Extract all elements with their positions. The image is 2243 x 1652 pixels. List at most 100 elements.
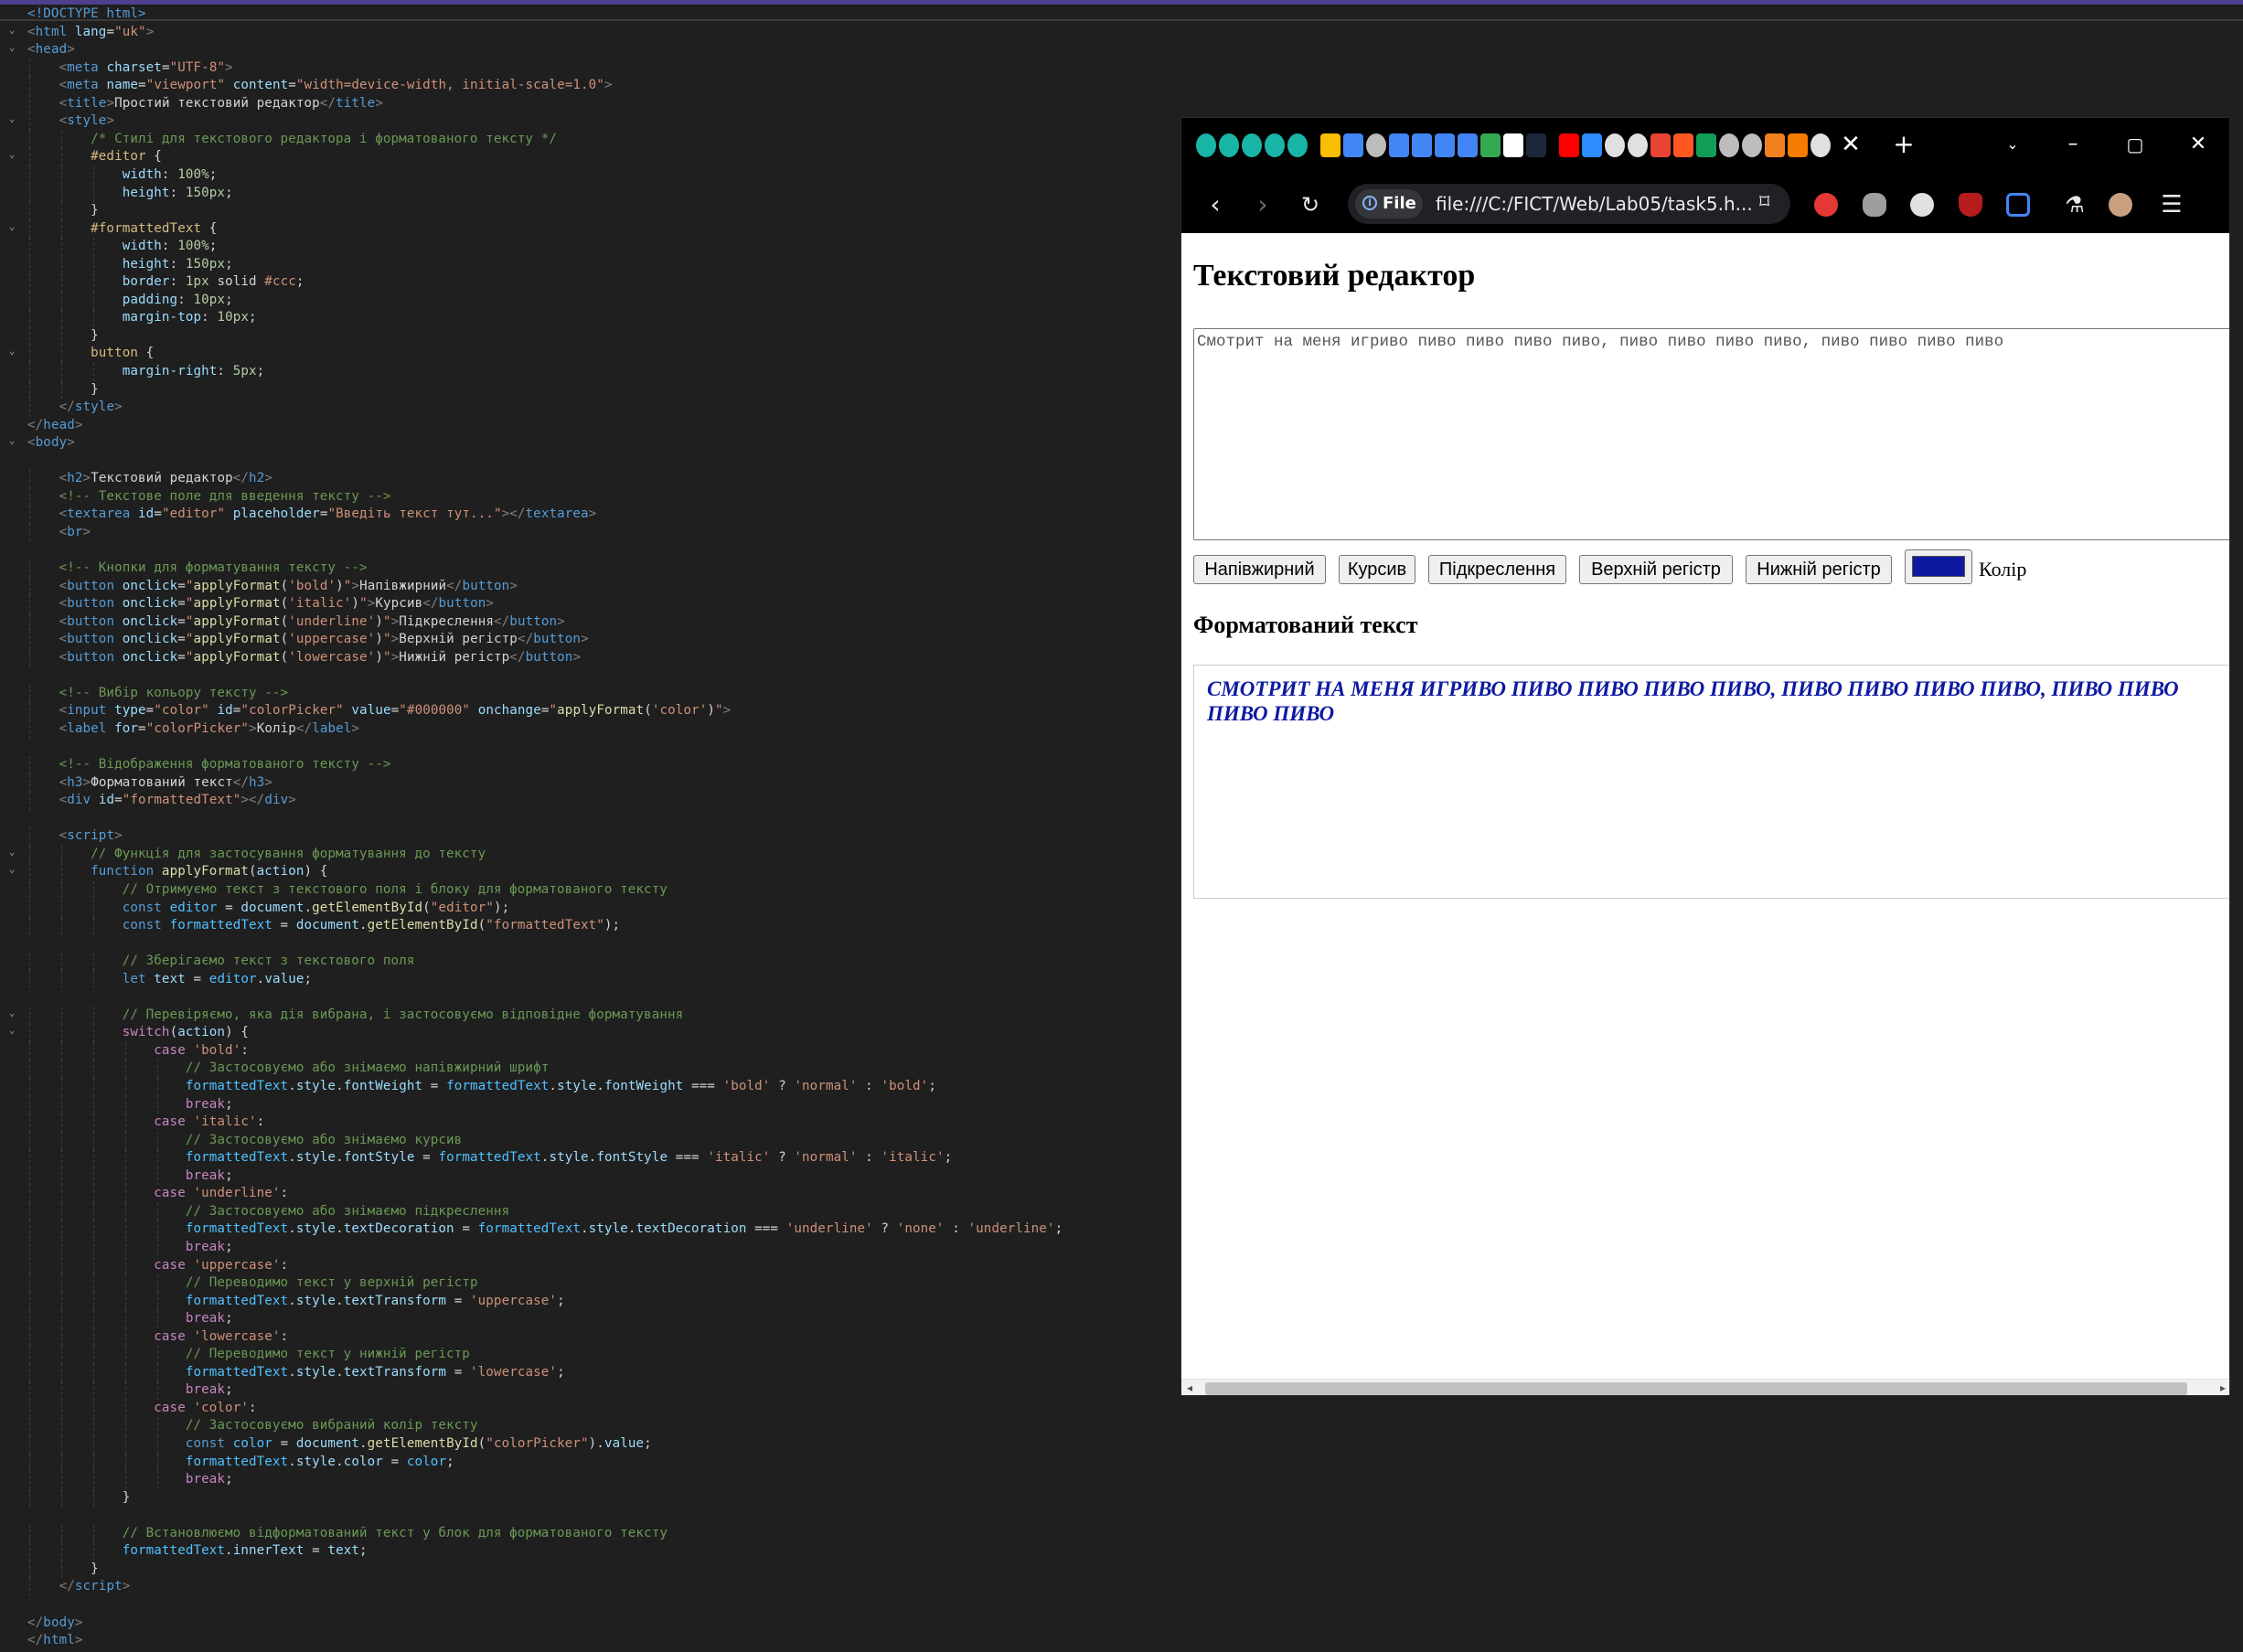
underline-button[interactable]: Підкреслення (1428, 555, 1566, 584)
chatgpt-ext-icon[interactable] (1910, 193, 1934, 217)
docs-icon[interactable] (1343, 133, 1363, 157)
code-line[interactable]: <!-- Кнопки для форматування тексту --> (27, 560, 368, 577)
cloud-icon[interactable] (1765, 133, 1785, 157)
tab-search-icon[interactable]: ⌄ (1994, 131, 2031, 158)
menu-icon[interactable]: ☰ (2156, 189, 2187, 220)
code-line[interactable]: break; (27, 1381, 233, 1399)
code-line[interactable]: border: 1px solid #ccc; (27, 273, 304, 291)
code-line[interactable]: } (27, 327, 99, 345)
code-line[interactable]: <body> (27, 434, 75, 452)
code-line[interactable]: <input type = "color" id = "colorPicker" val… (27, 702, 732, 719)
close-tab-icon[interactable]: ✕ (1832, 131, 1869, 158)
site-info-chip[interactable]: i File (1355, 189, 1423, 218)
code-line[interactable]: formattedText.style.fontWeight = formatt… (27, 1078, 936, 1095)
teal-round-icon[interactable] (1265, 133, 1285, 157)
code-line[interactable]: </style> (27, 399, 123, 416)
plus-icon[interactable] (1696, 133, 1716, 157)
fold-chevron-icon[interactable]: ⌄ (5, 148, 18, 165)
back-icon[interactable]: ‹ (1200, 189, 1231, 220)
code-line[interactable]: break; (27, 1167, 233, 1185)
code-line[interactable]: function applyFormat(action) { (27, 863, 327, 880)
code-line[interactable]: width: 100%; (27, 166, 218, 184)
google-drive-icon[interactable] (1320, 133, 1340, 157)
youtube-icon[interactable] (1559, 133, 1579, 157)
code-line[interactable]: formattedText.style.color = color; (27, 1454, 454, 1471)
scroll-right-icon[interactable]: ▸ (2220, 1381, 2226, 1394)
extensions-icon[interactable] (2006, 193, 2030, 217)
code-line[interactable]: <meta name="viewport" content="width=dev… (27, 77, 613, 94)
editor-textarea[interactable]: Смотрит на меня игриво пиво пиво пиво пи… (1193, 328, 2229, 540)
code-line[interactable]: // Функція для застосування форматування… (27, 846, 486, 863)
fold-chevron-icon[interactable]: ⌄ (5, 846, 18, 863)
code-line[interactable]: </body> (27, 1615, 83, 1632)
bookmark-icon[interactable]: ⌑ (1759, 191, 1769, 214)
code-line[interactable]: } (27, 1489, 131, 1507)
fold-chevron-icon[interactable]: ⌄ (5, 220, 18, 238)
maximize-icon[interactable]: ▢ (2117, 131, 2153, 158)
wikipedia-icon[interactable] (1503, 133, 1523, 157)
code-editor[interactable]: <!DOCTYPE html> <html lang="uk"> ⌄ <head> ⌄ … (0, 4, 1180, 1652)
code-line[interactable]: #formattedText { (27, 220, 217, 238)
code-line[interactable]: <meta charset="UTF-8"> (27, 59, 233, 77)
scrollbar-thumb[interactable] (1205, 1382, 2187, 1395)
code-line[interactable]: case 'underline': (27, 1185, 288, 1202)
code-line[interactable]: break; (27, 1239, 233, 1256)
fold-chevron-icon[interactable]: ⌄ (5, 41, 18, 59)
code-line[interactable]: break; (27, 1096, 233, 1114)
teal-round-icon[interactable] (1196, 133, 1216, 157)
h-icon[interactable] (1788, 133, 1808, 157)
code-line[interactable]: formattedText.style.textTransform = 'low… (27, 1364, 565, 1381)
code-line[interactable]: width: 100%; (27, 238, 218, 255)
docs-icon[interactable] (1458, 133, 1478, 157)
code-line[interactable]: const color = document.getElementById("c… (27, 1435, 652, 1453)
lowercase-button[interactable]: Нижній регістр (1746, 555, 1892, 584)
code-line[interactable]: <button onclick="applyFormat('underline'… (27, 613, 565, 631)
code-line[interactable]: // Застосовуємо або знімаємо підкресленн… (27, 1203, 509, 1220)
code-line[interactable]: height: 150px; (27, 185, 233, 202)
fold-chevron-icon[interactable]: ⌄ (5, 1024, 18, 1041)
code-line[interactable]: formattedText.style.textTransform = 'upp… (27, 1293, 565, 1310)
code-line[interactable]: // Застосовуємо або знімаємо напівжирний… (27, 1060, 549, 1077)
code-line[interactable]: <br> (27, 524, 91, 541)
code-line[interactable]: case 'uppercase': (27, 1257, 288, 1274)
zoom-icon[interactable] (1582, 133, 1602, 157)
code-line[interactable]: } (27, 381, 99, 399)
code-line[interactable]: } (27, 202, 99, 219)
teal-round-icon[interactable] (1242, 133, 1262, 157)
github-icon[interactable] (1810, 133, 1831, 157)
code-line[interactable]: break; (27, 1471, 233, 1488)
code-line[interactable]: <button onclick="applyFormat('bold')">На… (27, 578, 518, 595)
bold-button[interactable]: Напівжирний (1193, 555, 1326, 584)
code-line[interactable]: <head> (27, 41, 75, 59)
code-line[interactable]: </head> (27, 417, 83, 434)
labs-flask-icon[interactable]: ⚗ (2059, 189, 2090, 220)
code-line[interactable]: } (27, 1561, 99, 1578)
code-line[interactable]: <label for="colorPicker">Колір</label> (27, 720, 359, 738)
code-line[interactable]: // Перевіряємо, яка дія вибрана, і засто… (27, 1007, 683, 1024)
teal-round-icon[interactable] (1287, 133, 1308, 157)
youtube-ext-icon[interactable] (1814, 193, 1838, 217)
fold-chevron-icon[interactable]: ⌄ (5, 24, 18, 41)
code-line[interactable]: padding: 10px; (27, 292, 233, 309)
code-line[interactable]: case 'lowercase': (27, 1328, 288, 1346)
code-line[interactable]: formattedText.style.fontStyle = formatte… (27, 1149, 952, 1167)
code-line[interactable]: </html> (27, 1632, 83, 1649)
fold-chevron-icon[interactable]: ⌄ (5, 434, 18, 452)
code-line[interactable]: <!-- Вибір кольору тексту --> (27, 685, 289, 702)
code-line[interactable]: const editor = document.getElementById("… (27, 900, 509, 917)
code-line[interactable]: margin-right: 5px; (27, 363, 264, 380)
address-bar[interactable]: i File file:///C:/FICT/Web/Lab05/task5.h… (1348, 184, 1790, 224)
scroll-left-icon[interactable]: ◂ (1187, 1381, 1192, 1394)
code-line[interactable]: break; (27, 1310, 233, 1327)
code-line[interactable]: <!DOCTYPE html> (27, 5, 146, 23)
fold-chevron-icon[interactable]: ⌄ (5, 863, 18, 880)
code-line[interactable]: <title>Простий текстовий редактор</title… (27, 95, 383, 112)
profile-avatar[interactable] (2109, 193, 2132, 217)
teal-round-icon[interactable] (1219, 133, 1239, 157)
docs-icon[interactable] (1389, 133, 1409, 157)
color-label[interactable]: Колір (1979, 555, 2026, 584)
docs-icon[interactable] (1412, 133, 1432, 157)
globe-icon[interactable] (1719, 133, 1739, 157)
code-line[interactable]: <button onclick="applyFormat('uppercase'… (27, 631, 589, 648)
code-line[interactable]: <html lang="uk"> (27, 24, 154, 41)
